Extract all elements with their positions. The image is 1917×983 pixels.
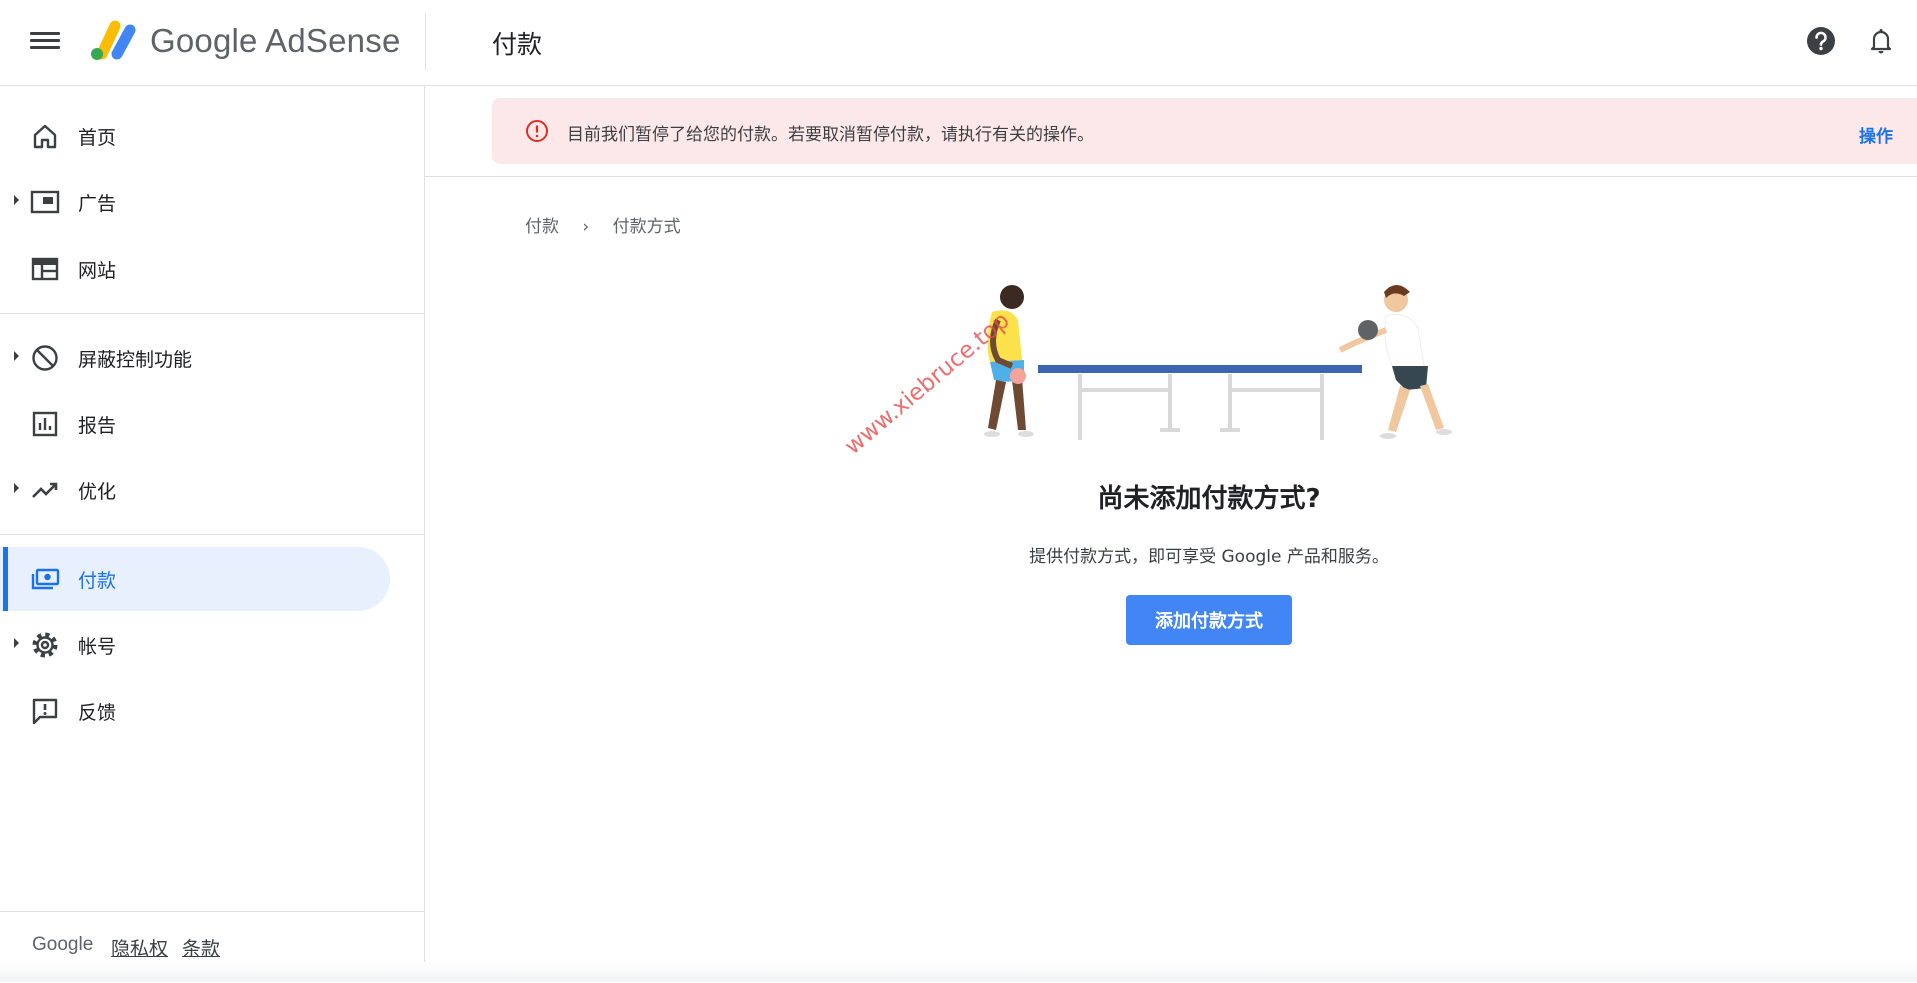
empty-state-title: 尚未添加付款方式? (1097, 484, 1321, 514)
brand-name: Google AdSense (150, 22, 401, 59)
bottom-edge (0, 962, 1917, 982)
terms-link[interactable]: 条款 (182, 934, 220, 961)
expand-arrow-icon (14, 638, 19, 648)
sidebar: 首页 广告 网站 屏蔽控制功能 报告 优化 付款 帐号 反馈 Google 隐私… (0, 86, 425, 982)
sidebar-item-account[interactable]: 帐号 (0, 613, 390, 677)
banner-action-link[interactable]: 操作 (1859, 122, 1893, 147)
ads-icon (30, 190, 60, 214)
adsense-logo-icon (91, 20, 136, 60)
gear-icon (32, 632, 58, 658)
empty-state-description: 提供付款方式，即可享受 Google 产品和服务。 (1029, 547, 1389, 567)
add-payment-method-button[interactable]: 添加付款方式 (1126, 595, 1292, 645)
chevron-right-icon: › (582, 217, 590, 237)
notifications-bell-icon[interactable] (1866, 26, 1896, 56)
sidebar-item-reports[interactable]: 报告 (0, 392, 390, 456)
reports-icon (32, 411, 58, 437)
sidebar-item-ads[interactable]: 广告 (0, 170, 390, 234)
menu-icon[interactable] (30, 28, 60, 58)
feedback-icon (32, 698, 58, 725)
sidebar-item-home[interactable]: 首页 (0, 104, 390, 168)
home-icon (33, 124, 57, 149)
sites-icon (31, 257, 59, 281)
error-icon (526, 120, 548, 142)
sidebar-item-label: 网站 (78, 260, 117, 282)
expand-arrow-icon (14, 195, 19, 205)
sidebar-divider (0, 534, 424, 535)
sidebar-item-label: 报告 (78, 415, 117, 437)
breadcrumb: 付款 › 付款方式 (525, 212, 681, 237)
topbar-divider (425, 14, 426, 70)
breadcrumb-payments[interactable]: 付款 (525, 217, 559, 237)
privacy-link[interactable]: 隐私权 (111, 934, 168, 961)
sidebar-item-label: 帐号 (78, 636, 117, 658)
sidebar-divider (0, 313, 424, 314)
sidebar-item-label: 付款 (78, 570, 117, 592)
payment-hold-banner: 目前我们暂停了给您的付款。若要取消暂停付款，请执行有关的操作。 操作 (492, 98, 1917, 164)
sidebar-item-label: 首页 (78, 127, 117, 149)
top-app-bar: Google AdSense 付款 (0, 0, 1917, 86)
banner-area: 目前我们暂停了给您的付款。若要取消暂停付款，请执行有关的操作。 操作 (425, 86, 1917, 177)
sidebar-item-label: 反馈 (78, 702, 117, 724)
sidebar-item-label: 屏蔽控制功能 (78, 349, 193, 371)
payments-icon (31, 568, 60, 590)
block-icon (32, 345, 58, 371)
ping-pong-illustration (984, 285, 1452, 440)
sidebar-item-feedback[interactable]: 反馈 (0, 679, 390, 743)
footer-google-logo: Google (32, 934, 94, 955)
sidebar-item-blocking-controls[interactable]: 屏蔽控制功能 (0, 326, 390, 390)
sidebar-item-sites[interactable]: 网站 (0, 237, 390, 301)
page-title: 付款 (492, 30, 543, 59)
banner-message: 目前我们暂停了给您的付款。若要取消暂停付款，请执行有关的操作。 (567, 125, 1094, 145)
expand-arrow-icon (14, 351, 19, 361)
help-icon[interactable] (1806, 26, 1836, 56)
sidebar-item-label: 广告 (78, 193, 117, 215)
breadcrumb-current: 付款方式 (612, 217, 681, 237)
